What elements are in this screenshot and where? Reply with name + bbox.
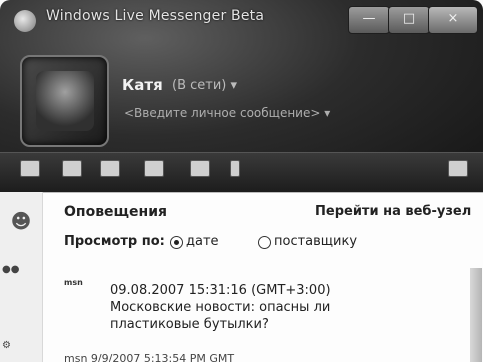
messenger-window: Windows Live Messenger Beta — □ × Катя (…: [0, 0, 483, 362]
msn-logo-icon: msn: [64, 278, 83, 287]
contacts-icon[interactable]: [20, 160, 40, 177]
maximize-button[interactable]: □: [388, 6, 430, 34]
sort-by-provider-label[interactable]: поставщику: [274, 234, 357, 249]
alert-datetime: 09.08.2007 15:31:16 (GMT+3:00): [110, 283, 331, 298]
alert-text-line1[interactable]: Московские новости: опасны ли: [110, 299, 331, 316]
settings-icon[interactable]: [448, 160, 468, 177]
sort-by-provider-radio[interactable]: [258, 236, 271, 249]
avatar[interactable]: [20, 55, 109, 147]
avatar-picture: [36, 71, 94, 131]
sort-by-date-label[interactable]: дате: [186, 234, 219, 249]
alert-item[interactable]: 09.08.2007 15:31:16 (GMT+3:00) Московски…: [110, 282, 331, 333]
music-icon[interactable]: [190, 160, 210, 177]
alert-text-line2[interactable]: пластиковые бутылки?: [110, 316, 331, 333]
people-icon[interactable]: ☻: [10, 210, 32, 232]
username[interactable]: Катя: [122, 76, 163, 94]
status-dropdown[interactable]: (В сети) ▾: [172, 78, 237, 93]
minimize-button[interactable]: —: [348, 6, 390, 34]
title-bar[interactable]: Windows Live Messenger Beta — □ ×: [0, 0, 483, 40]
scrollbar[interactable]: [470, 268, 482, 362]
sort-by-label: Просмотр по:: [64, 234, 165, 249]
messenger-logo-icon: [14, 10, 36, 32]
alerts-title: Оповещения: [64, 204, 167, 220]
phone-icon[interactable]: [230, 160, 240, 177]
games-icon[interactable]: [100, 160, 120, 177]
personal-message-field[interactable]: <Введите личное сообщение> ▾: [124, 106, 330, 120]
go-to-website-link[interactable]: Перейти на веб-узел: [315, 204, 471, 219]
close-button[interactable]: ×: [428, 6, 478, 34]
sort-by-date-radio[interactable]: [170, 236, 183, 249]
alert-settings-icon[interactable]: ⚙: [2, 340, 11, 351]
next-alert-partial[interactable]: msn 9/9/2007 5:13:54 PM GMT: [64, 352, 234, 362]
share-icon[interactable]: [62, 160, 82, 177]
window-title: Windows Live Messenger Beta: [46, 8, 265, 24]
alert-provider-icon: ●●: [2, 264, 20, 275]
calendar-icon[interactable]: [144, 160, 164, 177]
